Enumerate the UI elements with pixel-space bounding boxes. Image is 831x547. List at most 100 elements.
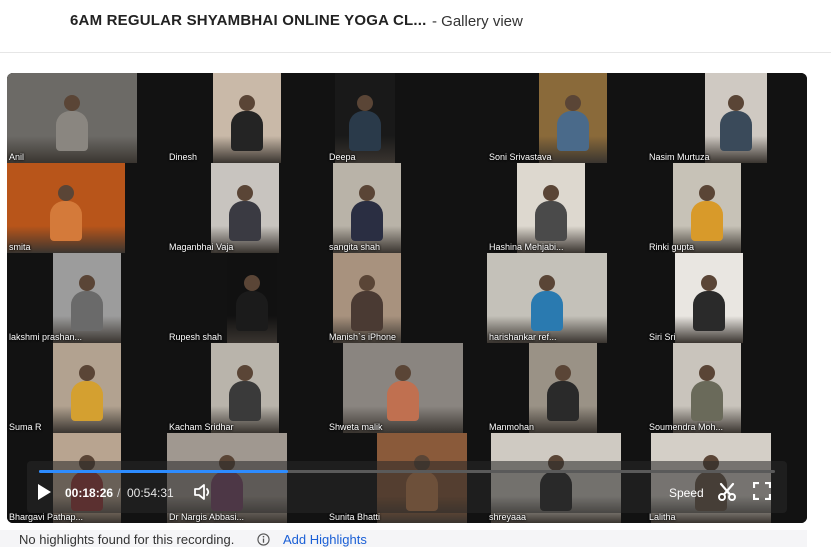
recording-title: 6AM REGULAR SHYAMBHAI ONLINE YOGA CL... <box>70 12 427 29</box>
participant-silhouette <box>535 201 567 241</box>
view-mode-label: - Gallery view <box>432 13 523 30</box>
participant-tile: Nasim Murtuza <box>647 73 807 163</box>
participant-tile: Soni Srivastava <box>487 73 647 163</box>
page-header: 6AM REGULAR SHYAMBHAI ONLINE YOGA CL... … <box>0 0 831 53</box>
participant-name: Anil <box>9 152 25 162</box>
participant-head <box>539 275 555 291</box>
participant-silhouette <box>71 291 103 331</box>
participant-name: Kacham Sridhar <box>169 422 234 432</box>
participant-tile: Siri Sri <box>647 253 807 343</box>
participant-silhouette <box>691 201 723 241</box>
participant-name: Rupesh shah <box>169 332 223 342</box>
speed-button[interactable]: Speed <box>669 486 704 500</box>
participant-tile: Kacham Sridhar <box>167 343 327 433</box>
participant-tile: Maganbhai Vaja <box>167 163 327 253</box>
participant-name: lakshmi prashan... <box>9 332 83 342</box>
participant-name: Soni Srivastava <box>489 152 552 162</box>
participant-name: sangita shah <box>329 242 381 252</box>
participant-name: Lalitha <box>649 512 676 522</box>
participant-name: Nasim Murtuza <box>649 152 710 162</box>
participant-silhouette <box>50 201 82 241</box>
participant-silhouette <box>71 381 103 421</box>
participant-head <box>79 365 95 381</box>
participant-silhouette <box>720 111 752 151</box>
player-controls: 00:18:26 / 00:54:31 Speed <box>27 461 787 513</box>
participant-name: Dr Nargis Abbasi... <box>169 512 245 522</box>
participant-silhouette <box>229 201 261 241</box>
participant-tile: Anil <box>7 73 167 163</box>
participant-head <box>58 185 74 201</box>
participant-head <box>543 185 559 201</box>
participant-silhouette <box>236 291 268 331</box>
participant-head <box>395 365 411 381</box>
participant-head <box>701 275 717 291</box>
highlights-bar: No highlights found for this recording. … <box>0 530 807 547</box>
participant-silhouette <box>557 111 589 151</box>
participant-name: smita <box>9 242 31 252</box>
fullscreen-icon[interactable] <box>753 482 771 500</box>
participant-tile: Deepa <box>327 73 487 163</box>
participant-head <box>699 365 715 381</box>
info-icon[interactable] <box>257 533 270 546</box>
participant-name: Manish`s iPhone <box>329 332 397 342</box>
participant-name: Manmohan <box>489 422 535 432</box>
time-separator: / <box>117 486 121 500</box>
participant-name: Maganbhai Vaja <box>169 242 234 252</box>
participant-head <box>359 185 375 201</box>
participant-tile: lakshmi prashan... <box>7 253 167 343</box>
participant-silhouette <box>56 111 88 151</box>
participant-tile: Suma R <box>7 343 167 433</box>
participant-tile: Rinki gupta <box>647 163 807 253</box>
participant-name: Dinesh <box>169 152 198 162</box>
participant-silhouette <box>387 381 419 421</box>
participant-tile: Manish`s iPhone <box>327 253 487 343</box>
participant-tile: Shweta malik <box>327 343 487 433</box>
participant-silhouette <box>693 291 725 331</box>
participant-name: Bhargavi Pathap... <box>9 512 84 522</box>
participant-head <box>555 365 571 381</box>
participant-head <box>565 95 581 111</box>
participant-name: harishankar ref... <box>489 332 557 342</box>
participant-tile: Soumendra Moh... <box>647 343 807 433</box>
progress-fill <box>39 470 288 473</box>
video-player[interactable]: Anil Dinesh Deepa Soni Srivastava Nasim Murt… <box>7 73 807 523</box>
participant-head <box>699 185 715 201</box>
participant-silhouette <box>547 381 579 421</box>
participant-name: Soumendra Moh... <box>649 422 724 432</box>
participant-head <box>79 275 95 291</box>
participant-name: Rinki gupta <box>649 242 695 252</box>
participant-name: Shweta malik <box>329 422 383 432</box>
participant-name: Sunita Bhatti <box>329 512 381 522</box>
participant-silhouette <box>231 111 263 151</box>
participant-tile: Rupesh shah <box>167 253 327 343</box>
participant-head <box>237 365 253 381</box>
participant-silhouette <box>691 381 723 421</box>
participant-silhouette <box>229 381 261 421</box>
participant-head <box>64 95 80 111</box>
scissors-icon[interactable] <box>717 482 737 502</box>
participant-head <box>244 275 260 291</box>
participant-head <box>357 95 373 111</box>
participant-name: Suma R <box>9 422 42 432</box>
participant-tile: Dinesh <box>167 73 327 163</box>
participant-tile: harishankar ref... <box>487 253 647 343</box>
add-highlights-link[interactable]: Add Highlights <box>283 532 367 547</box>
participant-head <box>237 185 253 201</box>
progress-bar[interactable] <box>39 470 775 473</box>
participant-name: Deepa <box>329 152 356 162</box>
participant-silhouette <box>351 291 383 331</box>
highlights-message: No highlights found for this recording. <box>19 532 235 547</box>
play-icon[interactable] <box>35 483 53 501</box>
participant-tile: Hashina Mehjabi... <box>487 163 647 253</box>
participant-tile: sangita shah <box>327 163 487 253</box>
participant-silhouette <box>531 291 563 331</box>
volume-icon[interactable] <box>193 483 213 501</box>
current-time: 00:18:26 <box>65 486 114 500</box>
participant-silhouette <box>349 111 381 151</box>
participant-silhouette <box>351 201 383 241</box>
participant-head <box>728 95 744 111</box>
participant-tile: smita <box>7 163 167 253</box>
participant-tile: Manmohan <box>487 343 647 433</box>
participant-name: Siri Sri <box>649 332 676 342</box>
participant-name: shreyaaa <box>489 512 527 522</box>
